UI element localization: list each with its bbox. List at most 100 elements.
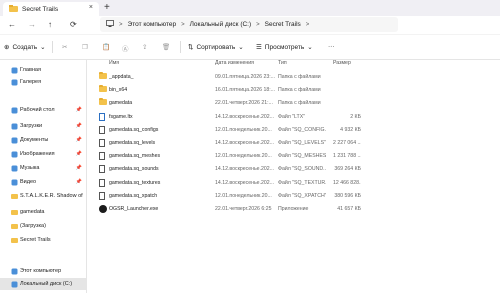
file-type: Файл "SQ_CONFIG... (278, 126, 326, 133)
file-row[interactable]: gamedata.sq_configs 12.01.понедельник.20.… (87, 124, 500, 136)
file-icon (99, 178, 105, 187)
file-type: Приложение (278, 206, 309, 212)
sidebar-item[interactable]: Рабочий стол 📌 (0, 104, 86, 116)
close-icon[interactable]: × (89, 4, 93, 11)
up-button[interactable]: ↑ (48, 20, 52, 29)
file-row[interactable]: gamedata 22.01.четверг.2026 21:... Папка с… (87, 97, 500, 109)
file-row[interactable]: bin_x64 16.01.пятница.2026 18:... Папка с … (87, 84, 500, 96)
rename-icon[interactable]: Ⓐ (122, 43, 129, 53)
sidebar-item-label: Локальный диск (C:) (20, 281, 73, 287)
delete-icon[interactable]: 🗑 (162, 43, 170, 51)
file-icon (99, 165, 105, 174)
breadcrumb-secret-trails[interactable]: Secret Trails (265, 21, 301, 28)
tab-title: Secret Trails (22, 5, 59, 13)
sort-icon: ⇅ (188, 44, 194, 51)
chevron-down-icon: ⌄ (238, 44, 244, 51)
file-size: 4 932 КБ (340, 126, 361, 133)
sidebar-item[interactable]: Локальный диск (C:) (0, 278, 86, 290)
file-name: gamedata (109, 100, 133, 107)
sidebar-item[interactable]: S.T.A.L.K.E.R. Shadow of Che (0, 190, 86, 202)
file-row[interactable]: gamedata.sq_levels 14.12.воскресенье.202.… (87, 137, 500, 149)
breadcrumb-local-disk[interactable]: Локальный диск (C:) (190, 21, 252, 28)
title-bar: Secret Trails × + (0, 0, 500, 16)
file-type: Файл "SQ_TEXTUR... (278, 179, 326, 186)
view-button[interactable]: ☰ Просмотреть ⌄ (256, 43, 313, 52)
sidebar-item[interactable]: Этот компьютер (0, 265, 86, 277)
file-row[interactable]: _appdata_ 09.01.пятница.2026 23:... Папка … (87, 71, 500, 83)
folder-icon (11, 193, 18, 201)
sidebar-item[interactable]: Главная (0, 64, 86, 76)
file-row[interactable]: fsgame.ltx 14.12.воскресенье.202... Файл "… (87, 111, 500, 123)
sidebar-item[interactable]: Галерея (0, 76, 86, 88)
paste-icon[interactable]: 📋 (102, 43, 110, 51)
file-row[interactable]: OGSR_Launcher.exe 22.01.четверг.2026 6:25… (87, 203, 500, 215)
file-size: 2 227 064 ... (333, 140, 361, 146)
drive-icon (11, 281, 18, 290)
file-size: 12 466 828... (333, 179, 361, 186)
file-row[interactable]: gamedata.sq_meshes 12.01.понедельник.20..… (87, 150, 500, 162)
file-date: 12.01.понедельник.20... (215, 192, 272, 199)
file-name: gamedata.sq_meshes (109, 153, 161, 160)
sidebar-item-label: gamedata (20, 209, 45, 215)
refresh-button[interactable]: ⟳ (70, 20, 77, 29)
view-icon: ☰ (256, 44, 262, 51)
file-date: 14.12.воскресенье.202... (215, 166, 274, 173)
sidebar-item-label: Рабочий стол (20, 107, 55, 113)
folder-icon (99, 71, 107, 79)
file-type: Файл "SQ_SOUND... (278, 166, 326, 173)
tab-secret-trails[interactable]: Secret Trails × (3, 2, 99, 16)
create-label: Создать (12, 43, 38, 51)
forward-button[interactable]: → (28, 20, 36, 29)
divider (52, 41, 53, 53)
sidebar-item-label: Музыка (20, 165, 40, 171)
folder-icon (9, 4, 18, 14)
sidebar-item[interactable]: Загрузки 📌 (0, 120, 86, 132)
breadcrumb-this-pc[interactable]: Этот компьютер (128, 21, 177, 28)
new-tab-button[interactable]: + (104, 2, 110, 13)
sidebar-item[interactable]: Изображения 📌 (0, 148, 86, 160)
share-icon[interactable]: ⇪ (142, 43, 147, 51)
file-type: Файл "SQ_LEVELS" (278, 140, 326, 146)
sidebar-item[interactable]: (Загрузка) (0, 220, 86, 232)
sidebar-item-label: Документы (20, 137, 49, 143)
sidebar-item[interactable]: Видео 📌 (0, 176, 86, 188)
sidebar-item[interactable]: Музыка 📌 (0, 162, 86, 174)
sidebar-item-label: Изображения (20, 151, 55, 157)
file-date: 22.01.четверг.2026 6:25 (215, 206, 272, 212)
file-name: fsgame.ltx (109, 113, 133, 120)
documents-icon (11, 137, 18, 146)
pictures-icon (11, 151, 18, 160)
pin-icon: 📌 (75, 107, 82, 113)
pin-icon: 📌 (75, 123, 82, 129)
breadcrumb-separator: > (119, 21, 123, 28)
gallery-icon (11, 79, 18, 88)
cut-icon[interactable]: ✂ (62, 43, 67, 51)
more-button[interactable]: ··· (328, 43, 335, 50)
column-size[interactable]: Размер (333, 60, 351, 70)
file-size: 41 657 КБ (337, 206, 361, 212)
copy-icon[interactable]: ❐ (82, 43, 88, 51)
file-row[interactable]: gamedata.sq_textures 14.12.воскресенье.20… (87, 177, 500, 189)
sort-label: Сортировать (196, 43, 236, 51)
file-row[interactable]: gamedata.sq_xpatch 12.01.понедельник.20..… (87, 190, 500, 202)
column-name[interactable]: Имя (109, 60, 119, 70)
file-type: Папка с файлами (278, 87, 321, 94)
sidebar-item[interactable]: Документы 📌 (0, 134, 86, 146)
file-date: 14.12.воскресенье.202... (215, 113, 274, 120)
music-icon (11, 165, 18, 174)
sidebar-item[interactable]: gamedata (0, 206, 86, 218)
file-type: Папка с файлами (278, 74, 321, 80)
sidebar-item-label: Галерея (20, 79, 42, 85)
column-date[interactable]: Дата изменения (215, 60, 254, 70)
sidebar-item-label: Secret Trails (20, 237, 51, 243)
create-button[interactable]: ⊕ Создать ⌄ (4, 43, 46, 52)
home-icon (11, 67, 18, 76)
back-button[interactable]: ← (8, 20, 16, 29)
sort-button[interactable]: ⇅ Сортировать ⌄ (188, 43, 244, 52)
address-bar[interactable]: > Этот компьютер > Локальный диск (C:) >… (100, 17, 398, 32)
sidebar-item[interactable]: Secret Trails (0, 234, 86, 246)
column-type[interactable]: Тип (278, 60, 287, 70)
sidebar-item-label: Главная (20, 67, 41, 73)
file-size: 369 264 КБ (334, 166, 361, 173)
file-row[interactable]: gamedata.sq_sounds 14.12.воскресенье.202.… (87, 163, 500, 175)
